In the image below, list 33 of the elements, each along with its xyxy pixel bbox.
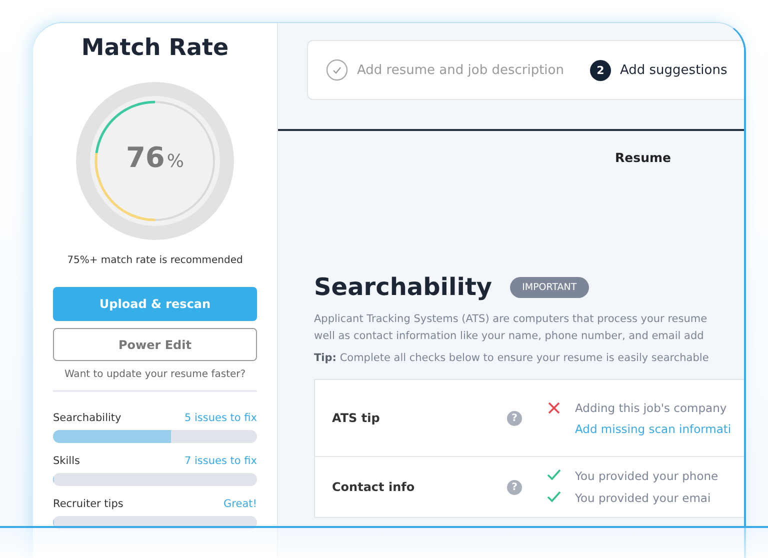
- check-label: ATS tip: [332, 411, 381, 425]
- important-badge: IMPORTANT: [510, 276, 589, 298]
- issues-link[interactable]: 5 issues to fix: [184, 412, 257, 424]
- step-label: Add resume and job description: [357, 62, 564, 78]
- issues-link[interactable]: 7 issues to fix: [184, 455, 257, 467]
- description-text: well as contact information like your name, phone number, and email add: [314, 329, 705, 344]
- cross-icon: [547, 400, 561, 414]
- issues-link[interactable]: Great!: [224, 498, 257, 510]
- check-text: Adding this job's company: [575, 400, 728, 414]
- power-edit-button[interactable]: Power Edit: [53, 328, 257, 361]
- category-name: Skills: [53, 455, 80, 467]
- check-icon: [547, 491, 561, 503]
- category-name: Searchability: [53, 412, 122, 424]
- check-label: Contact info: [332, 480, 416, 494]
- step-label: Add suggestions: [620, 62, 728, 78]
- score-unit: %: [166, 151, 184, 172]
- scan-info-link[interactable]: Add missing scan informati: [575, 422, 732, 436]
- check-icon: [547, 469, 561, 481]
- section-title: Searchability: [314, 273, 492, 301]
- score-value: 76: [126, 141, 165, 174]
- resume-tab[interactable]: Resume: [615, 150, 671, 165]
- category-name: Recruiter tips: [53, 498, 124, 510]
- description-text: Applicant Tracking Systems (ATS) are computers that process your resume: [314, 312, 708, 327]
- note-text: Want to update your resume faster?: [63, 369, 247, 380]
- upload-button[interactable]: Upload & rescan: [53, 287, 257, 321]
- recommendation-text: 75%+ match rate is recommended: [66, 255, 244, 266]
- check-text: You provided your phone: [575, 469, 718, 483]
- tip-text: Tip: Complete all checks below to ensure your resume is easily searchable: [314, 352, 710, 364]
- help-icon[interactable]: ?: [507, 410, 522, 426]
- panel-title: Match Rate: [80, 35, 230, 61]
- check-text: You provided your emai: [575, 491, 711, 505]
- step-number: 2: [590, 60, 611, 80]
- help-icon[interactable]: ?: [507, 480, 522, 494]
